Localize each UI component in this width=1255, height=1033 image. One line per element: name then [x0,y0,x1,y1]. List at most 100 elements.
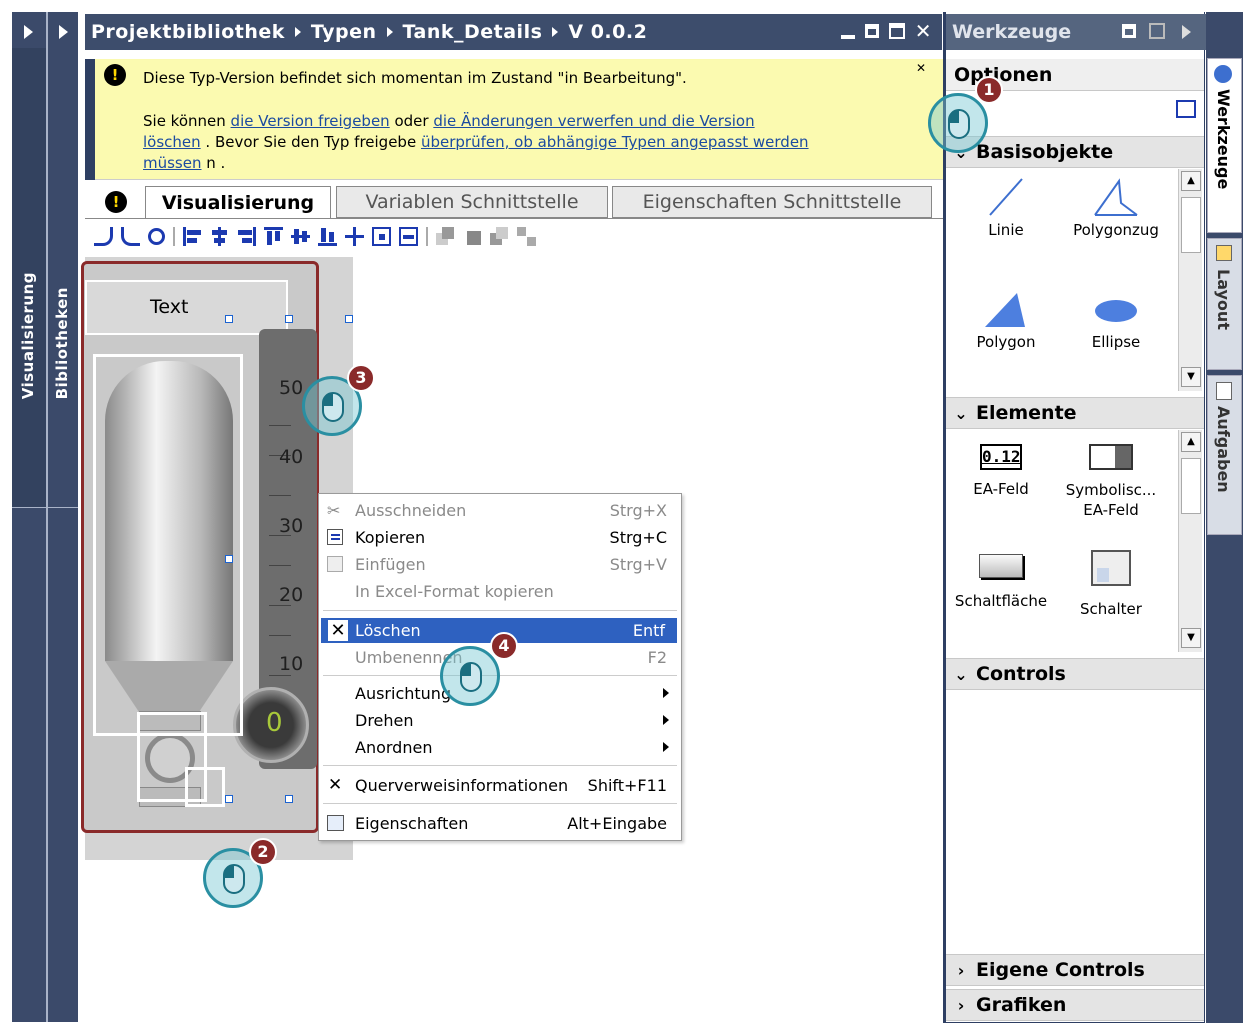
breadcrumb: Projektbibliothek Typen Tank_Details V 0… [91,21,647,43]
resize-handle[interactable] [345,315,353,323]
right-rail-tab-aufgaben[interactable]: Aufgaben [1207,375,1242,535]
palette-item-ellipse[interactable]: Ellipse [1076,289,1156,351]
scroll-down-icon[interactable]: ▼ [1181,628,1201,648]
restore-icon[interactable] [1122,24,1136,38]
release-version-link[interactable]: die Version freigeben [231,112,390,130]
maximize-icon[interactable] [888,23,905,39]
options-toggle-icon[interactable] [1176,100,1196,118]
resize-handle[interactable] [285,315,293,323]
warning-close-icon[interactable]: ✕ [916,61,926,75]
palette-item-schalter[interactable]: Schalter [1071,550,1151,618]
palette-item-polygonzug[interactable]: Polygonzug [1066,177,1166,239]
split-icon[interactable] [1149,23,1165,39]
design-canvas[interactable]: Text 50 40 30 20 10 0 [81,257,353,860]
close-icon[interactable]: ✕ [915,21,932,41]
same-width-icon[interactable] [372,227,391,246]
submenu-arrow-icon [663,688,669,698]
elemente-scrollbar[interactable]: ▲ ▼ [1178,430,1202,652]
palette-item-label: EA-Feld [973,480,1029,498]
scroll-down-icon[interactable]: ▼ [1181,367,1201,387]
menu-item-rotate[interactable]: Drehen [319,707,681,733]
same-height-icon[interactable] [399,227,418,246]
resize-handle[interactable] [225,315,233,323]
distribute-icon[interactable] [345,227,364,246]
scale-label: 10 [279,653,304,675]
bring-forward-icon[interactable] [463,227,482,246]
warning-icon: ! [104,64,126,86]
tab-visualisierung[interactable]: Visualisierung [145,186,331,218]
menu-item-cross-reference[interactable]: ✕ Querverweisinformationen Shift+F11 [319,772,681,798]
text-field[interactable]: Text [85,280,288,335]
align-right-icon[interactable] [237,227,256,246]
chevron-right-icon: › [957,960,965,980]
elemente-section[interactable]: ⌄ Elemente [946,397,1204,429]
breadcrumb-item[interactable]: Tank_Details [403,21,543,43]
tab-visualisierung[interactable]: Visualisierung [19,272,37,399]
basis-scrollbar[interactable]: ▲ ▼ [1178,169,1202,391]
palette-item-schaltflaeche[interactable]: Schaltfläche [951,554,1051,610]
resize-handle[interactable] [225,555,233,563]
menu-item-shortcut: Alt+Eingabe [567,813,667,833]
rotate-left-icon[interactable] [121,227,140,246]
send-back-icon[interactable] [517,227,536,246]
palette-item-label: Schaltfläche [954,592,1048,610]
basisobjekte-section[interactable]: ⌄ Basisobjekte [946,136,1204,168]
palette-item-linie[interactable]: Linie [966,177,1046,239]
breadcrumb-item[interactable]: Projektbibliothek [91,21,285,43]
check-dependent-types-link-cont[interactable]: müssen [143,154,201,172]
palette-item-symbolic-ea-feld[interactable]: Symbolisc... EA-Feld [1056,444,1166,520]
check-dependent-types-link[interactable]: überprüfen, ob abhängige Typen angepasst… [421,133,809,151]
expand-arrow-icon[interactable] [59,25,68,39]
gauge-display[interactable]: 0 [233,687,309,763]
right-rail-tab-layout[interactable]: Layout [1207,238,1242,370]
minimize-icon[interactable] [840,35,855,39]
resize-handle[interactable] [225,795,233,803]
scroll-thumb[interactable] [1181,458,1201,514]
scroll-up-icon[interactable]: ▲ [1181,171,1201,191]
send-backward-icon[interactable] [490,227,509,246]
expand-arrow-icon[interactable] [24,25,33,39]
eigene-controls-section[interactable]: › Eigene Controls [946,954,1204,986]
scroll-thumb[interactable] [1181,197,1201,253]
rotate-right-icon[interactable] [94,227,113,246]
menu-item-alignment[interactable]: Ausrichtung [319,680,681,706]
flip-icon[interactable] [148,228,165,245]
menu-item-shortcut: F2 [647,647,667,667]
menu-item-copy[interactable]: Kopieren Strg+C [319,524,681,550]
scale-label: 30 [279,515,304,537]
scissors-icon: ✂ [327,500,341,520]
tab-warning-icon: ! [105,191,127,213]
tab-bibliotheken[interactable]: Bibliotheken [53,287,71,399]
grafiken-section[interactable]: › Grafiken [946,989,1204,1021]
right-rail-label: Werkzeuge [1214,89,1233,190]
palette-item-label: Schalter [1080,600,1142,618]
toolbar-separator [426,227,428,246]
palette-item-polygon[interactable]: Polygon [966,289,1046,351]
breadcrumb-item[interactable]: Typen [311,21,377,43]
tab-variablen-schnittstelle[interactable]: Variablen Schnittstelle [336,186,608,218]
align-center-icon[interactable] [210,227,229,246]
controls-section[interactable]: ⌄ Controls [946,658,1204,690]
menu-item-shortcut: Strg+C [609,527,667,547]
palette-item-ea-feld[interactable]: 0.12 EA-Feld [961,444,1041,498]
tab-eigenschaften-schnittstelle[interactable]: Eigenschaften Schnittstelle [612,186,932,218]
breadcrumb-item[interactable]: V 0.0.2 [568,21,647,43]
restore-icon[interactable] [864,24,879,38]
resize-handle[interactable] [285,795,293,803]
discard-changes-link-cont[interactable]: löschen [143,133,201,151]
text-field-label: Text [150,296,189,318]
align-top-icon[interactable] [264,227,283,246]
tools-panel-title: Werkzeuge [952,21,1072,43]
tasks-tab-icon [1216,382,1232,400]
menu-item-copy-excel: In Excel-Format kopieren [319,578,681,604]
menu-item-properties[interactable]: Eigenschaften Alt+Eingabe [319,810,681,836]
align-bottom-icon[interactable] [318,227,337,246]
collapse-arrow-icon[interactable] [1182,25,1191,39]
discard-changes-link[interactable]: die Änderungen verwerfen und die Version [433,112,754,130]
align-left-icon[interactable] [183,227,202,246]
scroll-up-icon[interactable]: ▲ [1181,432,1201,452]
bring-front-icon[interactable] [436,227,455,246]
menu-item-arrange[interactable]: Anordnen [319,734,681,760]
align-middle-icon[interactable] [291,227,310,246]
right-rail-tab-werkzeuge[interactable]: Werkzeuge [1207,58,1242,233]
